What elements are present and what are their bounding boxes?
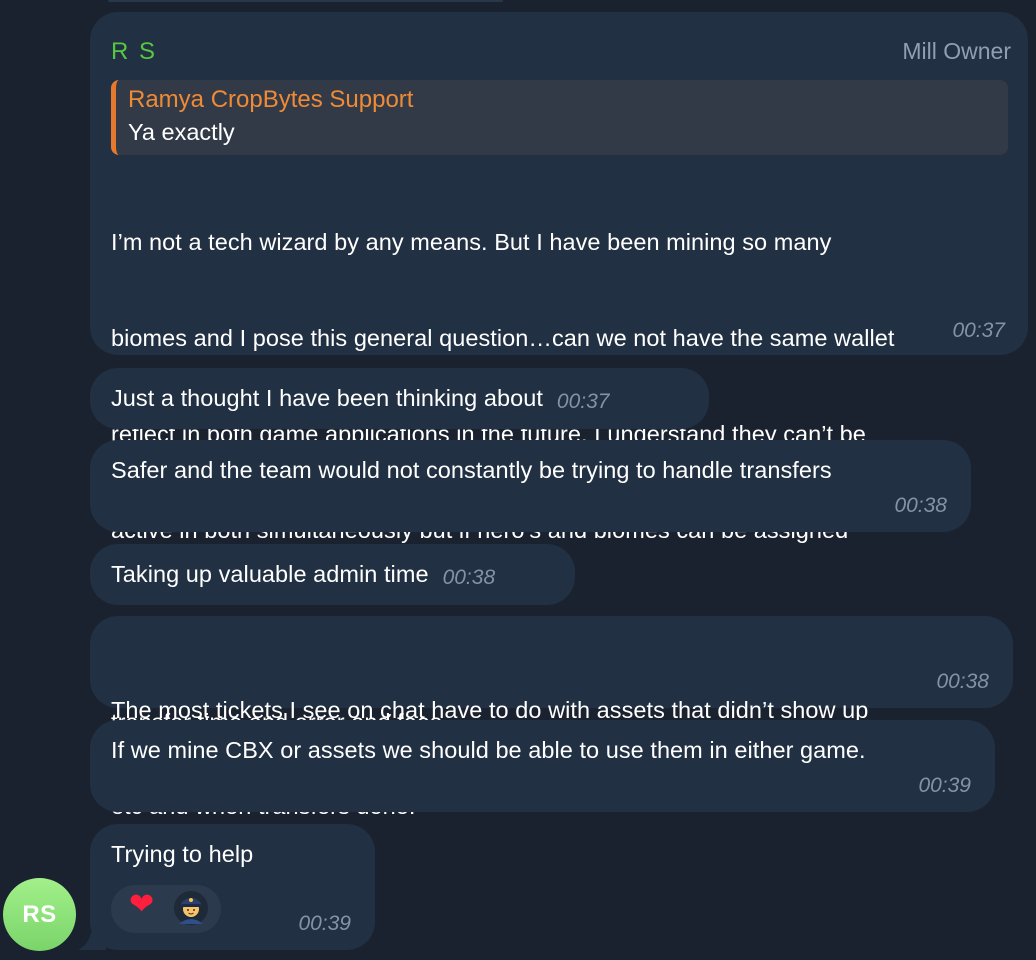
message-line: I’m not a tech wizard by any means. But …	[111, 229, 832, 255]
message-timestamp: 00:38	[936, 670, 989, 693]
reply-text: Ya exactly	[128, 119, 235, 145]
message-text: Taking up valuable admin time	[111, 561, 429, 587]
chat-history: R S Mill Owner Ramya CropBytes Support Y…	[0, 0, 1036, 960]
message-timestamp: 00:38	[894, 494, 947, 517]
message-text: Safer and the team would not constantly …	[111, 457, 832, 483]
message-line: biomes and I pose this general question……	[111, 325, 895, 351]
reactions-bar[interactable]: ❤	[111, 885, 221, 933]
bubble-tail	[78, 920, 106, 950]
message-timestamp: 00:37	[556, 390, 610, 413]
sender-role-badge: Mill Owner	[902, 38, 1011, 64]
message-timestamp: 00:39	[298, 912, 351, 935]
message-header: R S Mill Owner	[111, 38, 1011, 66]
message-bubble[interactable]: Taking up valuable admin time 00:38	[90, 544, 575, 605]
reply-author: Ramya CropBytes Support	[128, 86, 414, 113]
message-timestamp: 00:39	[918, 774, 971, 797]
previous-message-edge	[108, 0, 503, 2]
message-bubble[interactable]: If we mine CBX or assets we should be ab…	[90, 720, 995, 812]
message-bubble[interactable]: Safer and the team would not constantly …	[90, 440, 971, 532]
police-officer-icon	[174, 891, 208, 925]
message-bubble[interactable]: Just a thought I have been thinking abou…	[90, 368, 709, 429]
reply-quote[interactable]: Ramya CropBytes Support Ya exactly	[111, 80, 1008, 155]
sender-name[interactable]: R S	[111, 38, 157, 66]
message-text: Trying to help	[111, 841, 254, 867]
message-bubble[interactable]: The most tickets I see on chat have to d…	[90, 616, 1013, 819]
police-officer-reaction-icon[interactable]	[173, 890, 209, 926]
message-timestamp: 00:38	[442, 566, 496, 589]
heart-reaction-icon[interactable]: ❤	[129, 890, 154, 920]
message-timestamp: 00:37	[952, 319, 1005, 342]
message-text: Just a thought I have been thinking abou…	[111, 385, 543, 411]
sender-avatar[interactable]: RS	[3, 878, 76, 951]
message-text: If we mine CBX or assets we should be ab…	[111, 737, 866, 763]
message-bubble[interactable]: R S Mill Owner Ramya CropBytes Support Y…	[90, 12, 1028, 735]
message-bubble[interactable]: Trying to help ❤ 00:39	[90, 824, 375, 950]
